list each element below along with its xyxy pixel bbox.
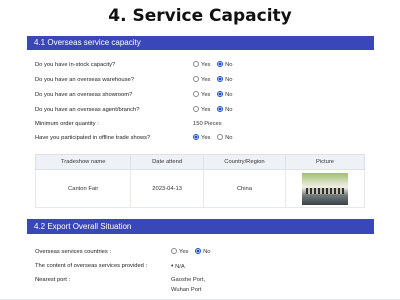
- table-header-row: Tradeshow name Date attend Country/Regio…: [34, 154, 365, 170]
- section-header-overseas-service: 4.1 Overseas service capacity: [27, 36, 374, 50]
- question-label: Do you have an overseas agent/branch?: [35, 107, 140, 113]
- tradeshow-name-cell: Canton Fair: [34, 169, 132, 208]
- radio-checked-icon: [217, 91, 224, 97]
- radio-unchecked-icon: [193, 106, 199, 112]
- option-no[interactable]: No: [217, 75, 233, 86]
- option-no[interactable]: No: [217, 60, 233, 71]
- radio-unchecked-icon: [193, 61, 199, 67]
- radio-unchecked-icon: [193, 91, 199, 97]
- min-order-label: Minimum order quantity :: [35, 121, 99, 127]
- column-header-date-attend: Date attend: [130, 154, 204, 170]
- radio-checked-icon: [217, 61, 224, 67]
- column-header-picture: Picture: [285, 154, 365, 170]
- option-no[interactable]: No: [195, 247, 211, 258]
- export-situation-card: 4.2 Export Overall Situation Overseas se…: [27, 219, 374, 300]
- nearest-port-value: Gaoshe Port, Wuhan Port: [171, 277, 206, 293]
- section-header-export-situation: 4.2 Export Overall Situation: [27, 219, 374, 234]
- option-yes[interactable]: Yes: [193, 75, 210, 86]
- option-no[interactable]: No: [217, 90, 233, 101]
- option-yes[interactable]: Yes: [193, 105, 210, 116]
- option-no[interactable]: No: [217, 105, 233, 116]
- option-yes[interactable]: Yes: [193, 60, 210, 71]
- question-label: Do you have in-stock capacity?: [35, 62, 116, 68]
- services-content-label: The content of overseas services provide…: [35, 263, 148, 269]
- services-content-value: • N/A: [171, 263, 185, 270]
- question-label: Have you participated in offline trade s…: [35, 135, 151, 141]
- picture-cell: [285, 169, 365, 208]
- radio-checked-icon: [193, 134, 199, 140]
- option-yes[interactable]: Yes: [193, 90, 210, 101]
- option-yes[interactable]: Yes: [193, 133, 210, 144]
- page-title: 4. Service Capacity: [108, 6, 292, 26]
- radio-unchecked-icon: [217, 134, 224, 140]
- radio-unchecked-icon: [171, 248, 177, 254]
- radio-checked-icon: [217, 76, 224, 82]
- question-label: Do you have an overseas warehouse?: [35, 77, 134, 83]
- table-row: Canton Fair 2023-04-13 China: [34, 169, 365, 208]
- country-region-cell: China: [202, 169, 287, 208]
- column-header-country-region: Country/Region: [202, 154, 287, 170]
- radio-unchecked-icon: [193, 76, 199, 82]
- radio-checked-icon: [217, 106, 224, 112]
- tradeshow-table: Tradeshow name Date attend Country/Regio…: [34, 154, 365, 208]
- overseas-countries-label: Overseas services countries :: [35, 249, 112, 255]
- overseas-service-card: 4.1 Overseas service capacity Do you hav…: [27, 36, 374, 214]
- option-yes[interactable]: Yes: [171, 247, 188, 258]
- option-no[interactable]: No: [217, 133, 233, 144]
- column-header-tradeshow-name: Tradeshow name: [34, 154, 132, 170]
- trade-show-photo[interactable]: [302, 172, 349, 205]
- question-label: Do you have an overseas showroom?: [35, 92, 133, 98]
- min-order-value: 150 Pieces: [193, 121, 222, 127]
- radio-checked-icon: [195, 248, 202, 254]
- date-attend-cell: 2023-04-13: [130, 169, 204, 208]
- nearest-port-label: Nearest port :: [35, 277, 71, 283]
